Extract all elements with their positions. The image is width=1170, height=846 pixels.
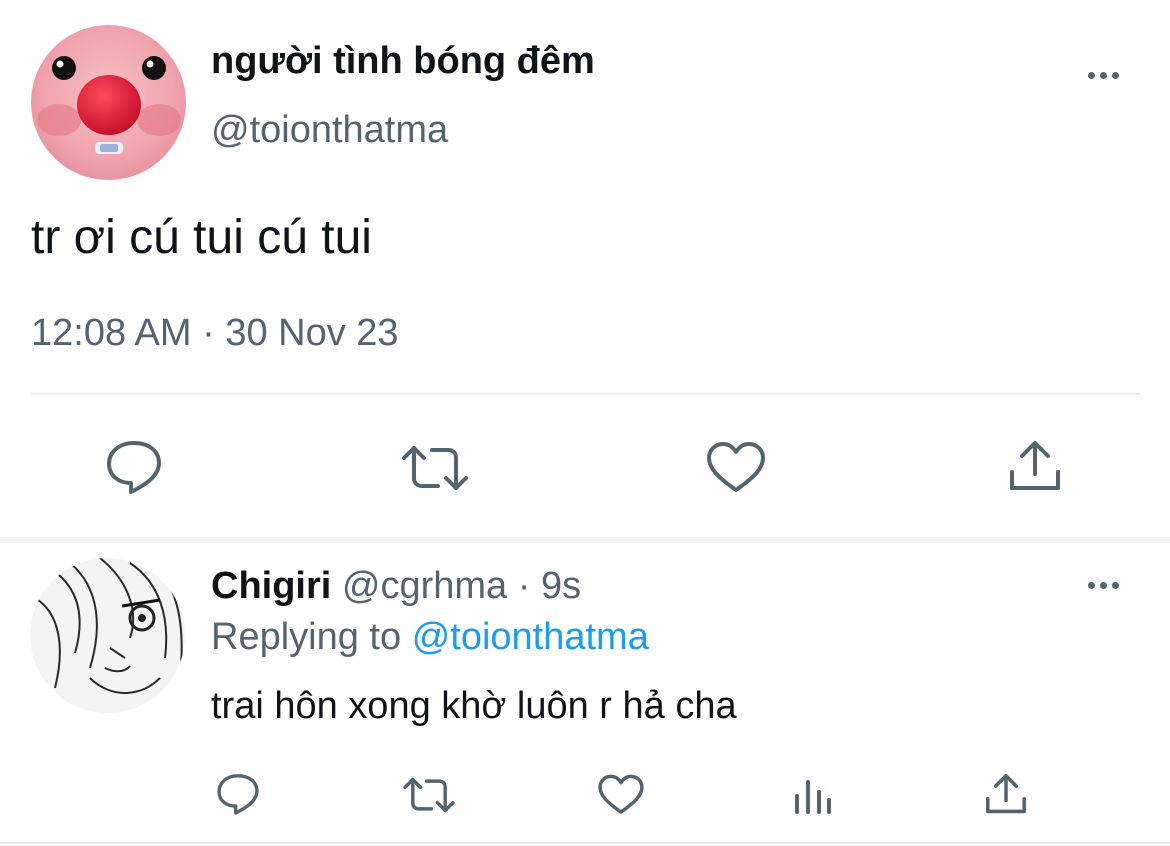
- reply-display-name[interactable]: Chigiri: [211, 565, 331, 607]
- reply-age[interactable]: 9s: [541, 565, 581, 607]
- dot-icon: [1088, 581, 1095, 589]
- like-icon[interactable]: [705, 440, 767, 496]
- divider: [0, 842, 1170, 844]
- dot-icon: [1100, 581, 1107, 589]
- retweet-icon[interactable]: [400, 440, 470, 496]
- author-handle[interactable]: @toionthatma: [211, 107, 448, 153]
- more-options-button[interactable]: [1088, 70, 1119, 80]
- author-avatar[interactable]: [31, 25, 186, 180]
- like-icon[interactable]: [597, 773, 645, 817]
- retweet-icon[interactable]: [402, 773, 456, 817]
- separator: ·: [202, 312, 215, 354]
- reply-author-avatar[interactable]: [30, 558, 185, 713]
- dot-icon: [1088, 71, 1095, 79]
- reply-handle[interactable]: @cgrhma: [342, 565, 507, 607]
- replying-to-label: Replying to: [211, 616, 402, 658]
- dot-icon: [1112, 71, 1119, 79]
- dot-icon: [1100, 71, 1107, 79]
- share-icon[interactable]: [1006, 438, 1064, 494]
- replying-to-handle[interactable]: @toionthatma: [412, 616, 649, 658]
- tweet-text: tr ơi cú tui cú tui: [31, 211, 372, 264]
- reply-more-options-button[interactable]: [1088, 580, 1119, 590]
- dot-icon: [1112, 581, 1119, 589]
- replying-to: Replying to @toionthatma: [211, 614, 649, 660]
- reply-header: Chigiri @cgrhma · 9s: [211, 563, 581, 609]
- tweet-date: 30 Nov 23: [225, 312, 399, 354]
- divider: [31, 393, 1140, 395]
- reply-icon[interactable]: [101, 437, 167, 497]
- section-divider: [0, 537, 1170, 543]
- tweet-timestamp[interactable]: 12:08 AM · 30 Nov 23: [31, 310, 399, 356]
- analytics-icon[interactable]: [792, 774, 834, 816]
- tweet-time: 12:08 AM: [31, 312, 192, 354]
- share-icon[interactable]: [983, 771, 1029, 817]
- reply-text: trai hôn xong khờ luôn r hả cha: [211, 685, 737, 727]
- author-display-name[interactable]: người tình bóng đêm: [211, 38, 595, 84]
- separator: ·: [517, 565, 531, 607]
- reply-icon[interactable]: [213, 770, 263, 818]
